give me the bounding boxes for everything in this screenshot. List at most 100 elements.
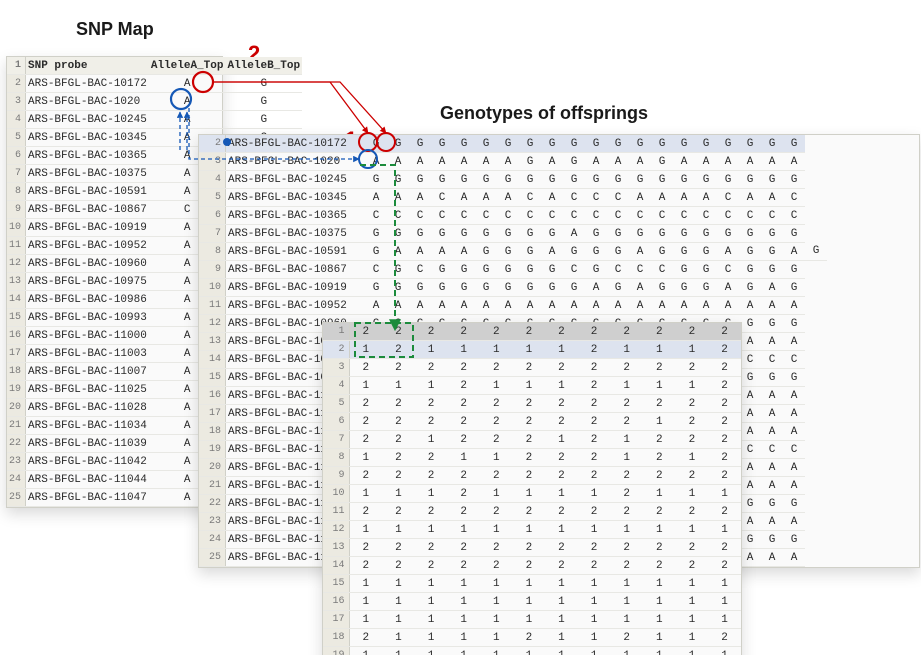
genotype-cell: G xyxy=(673,243,695,261)
snp-map-row: 1SNP probeAlleleA_TopAlleleB_Top xyxy=(7,57,302,75)
numeric-cell: 2 xyxy=(578,323,611,341)
genotype-cell: C xyxy=(783,351,805,369)
numeric-cell: 2 xyxy=(513,359,546,377)
genotype-cell: A xyxy=(783,513,805,531)
numeric-cell: 1 xyxy=(480,593,513,611)
numeric-cell: 2 xyxy=(447,431,480,449)
numeric-cell: 1 xyxy=(676,341,709,359)
row-number: 6 xyxy=(7,147,26,165)
genotype-cell: G xyxy=(629,225,651,243)
row-number: 18 xyxy=(199,423,226,441)
allele-a: A xyxy=(149,75,226,93)
row-number: 20 xyxy=(7,399,26,417)
probe-name: ARS-BFGL-BAC-11034 xyxy=(26,417,149,435)
numeric-table: 1222222222222212111112111232222222222224… xyxy=(323,323,741,655)
numeric-cell: 1 xyxy=(480,575,513,593)
numeric-cell: 2 xyxy=(480,431,513,449)
numeric-cell: 2 xyxy=(349,557,382,575)
probe-name: ARS-BFGL-BAC-10375 xyxy=(26,165,149,183)
numeric-cell: 2 xyxy=(676,431,709,449)
genotype-cell: G xyxy=(761,315,783,333)
probe-name: ARS-BFGL-BAC-10365 xyxy=(26,147,149,165)
numeric-cell: 2 xyxy=(708,377,741,395)
probe-name: ARS-BFGL-BAC-10375 xyxy=(226,225,366,243)
genotype-cell: A xyxy=(497,153,519,171)
genotype-cell: G xyxy=(387,225,409,243)
genotype-cell: G xyxy=(519,153,541,171)
genotype-cell: G xyxy=(453,261,475,279)
genotype-cell: G xyxy=(783,171,805,189)
genotype-cell: A xyxy=(695,189,717,207)
row-number: 18 xyxy=(7,363,26,381)
numeric-cell: 2 xyxy=(349,395,382,413)
numeric-cell: 1 xyxy=(349,485,382,503)
numeric-cell: 2 xyxy=(447,503,480,521)
row-number: 2 xyxy=(323,341,349,359)
numeric-cell: 1 xyxy=(676,647,709,655)
genotype-cell: A xyxy=(739,405,761,423)
numeric-cell: 1 xyxy=(610,575,643,593)
numeric-cell: 1 xyxy=(610,593,643,611)
row-number: 11 xyxy=(7,237,26,255)
genotype-cell: G xyxy=(497,171,519,189)
numeric-cell: 2 xyxy=(480,359,513,377)
numeric-cell: 2 xyxy=(578,467,611,485)
numeric-cell: 2 xyxy=(382,467,415,485)
genotype-cell: G xyxy=(739,171,761,189)
genotype-row: 5ARS-BFGL-BAC-10345AAACAAACACCCAAAACAAC xyxy=(199,189,827,207)
numeric-cell: 1 xyxy=(578,593,611,611)
genotype-cell: A xyxy=(387,189,409,207)
genotype-cell: A xyxy=(453,189,475,207)
row-number: 6 xyxy=(199,207,226,225)
numeric-cell: 1 xyxy=(349,449,382,467)
row-number: 16 xyxy=(7,327,26,345)
row-number: 20 xyxy=(199,459,226,477)
numeric-cell: 2 xyxy=(415,413,448,431)
numeric-cell: 1 xyxy=(415,611,448,629)
genotype-cell: A xyxy=(629,243,651,261)
numeric-cell: 1 xyxy=(447,449,480,467)
genotype-cell: C xyxy=(761,441,783,459)
genotype-cell: G xyxy=(739,225,761,243)
numeric-cell: 1 xyxy=(610,521,643,539)
row-number: 11 xyxy=(323,503,349,521)
numeric-cell: 2 xyxy=(513,557,546,575)
genotype-cell: A xyxy=(607,297,629,315)
genotype-cell: A xyxy=(629,189,651,207)
genotype-cell: G xyxy=(475,243,497,261)
genotype-cell: A xyxy=(541,297,563,315)
genotype-cell: A xyxy=(761,423,783,441)
genotype-cell: G xyxy=(519,171,541,189)
row-number: 8 xyxy=(7,183,26,201)
numeric-cell: 2 xyxy=(708,413,741,431)
genotype-cell: C xyxy=(365,261,387,279)
row-number: 22 xyxy=(199,495,226,513)
row-number: 24 xyxy=(7,471,26,489)
genotype-cell: G xyxy=(783,279,805,297)
row-number: 16 xyxy=(323,593,349,611)
numeric-cell: 2 xyxy=(545,503,578,521)
genotype-cell: G xyxy=(695,135,717,153)
genotype-cell: A xyxy=(783,153,805,171)
numeric-cell: 1 xyxy=(382,377,415,395)
genotype-cell: G xyxy=(475,225,497,243)
genotype-cell: G xyxy=(409,135,431,153)
genotype-cell: G xyxy=(409,279,431,297)
row-number: 7 xyxy=(323,431,349,449)
genotype-cell: C xyxy=(607,261,629,279)
numeric-cell: 2 xyxy=(480,395,513,413)
genotype-cell: G xyxy=(541,279,563,297)
row-number: 22 xyxy=(7,435,26,453)
numeric-cell: 1 xyxy=(349,593,382,611)
genotype-cell: C xyxy=(739,351,761,369)
genotype-cell: A xyxy=(541,153,563,171)
numeric-cell: 2 xyxy=(708,395,741,413)
numeric-cell: 1 xyxy=(610,647,643,655)
genotype-cell: A xyxy=(497,189,519,207)
genotype-cell: A xyxy=(431,243,453,261)
genotype-cell: G xyxy=(761,531,783,549)
probe-name: ARS-BFGL-BAC-11007 xyxy=(26,363,149,381)
row-number: 3 xyxy=(323,359,349,377)
genotype-cell: G xyxy=(629,171,651,189)
numeric-cell: 2 xyxy=(513,629,546,647)
